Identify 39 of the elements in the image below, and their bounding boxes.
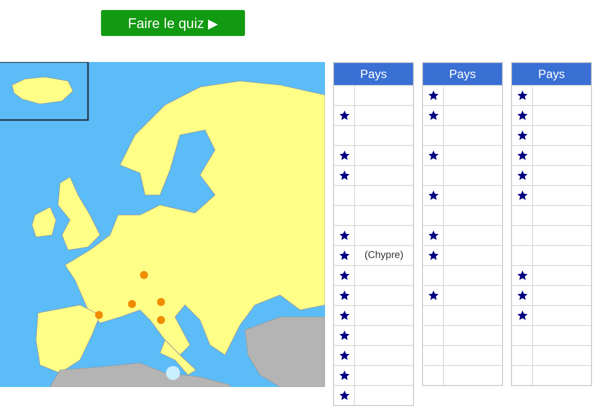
star-icon: [516, 150, 528, 161]
map-marker[interactable]: [157, 298, 165, 306]
star-icon: [338, 350, 350, 361]
star-icon: [428, 290, 438, 301]
star-icon: [338, 290, 350, 301]
star-icon: [428, 150, 438, 161]
star-icon: [516, 170, 528, 181]
star-icon: [516, 130, 528, 141]
star-icon: [338, 390, 350, 401]
star-icon: [338, 370, 350, 381]
star-icon: [338, 330, 350, 341]
star-icon: [516, 190, 528, 201]
star-icon: [516, 90, 528, 101]
star-icon: [338, 150, 350, 161]
star-icon: [428, 250, 438, 261]
map-marker[interactable]: [140, 271, 148, 279]
column-header: Pays: [423, 63, 502, 85]
column-header: Pays: [512, 63, 591, 85]
map-marker[interactable]: [166, 366, 180, 380]
map-marker[interactable]: [157, 316, 165, 324]
star-icon: [338, 170, 350, 181]
star-icon: [338, 310, 350, 321]
star-icon: [338, 110, 350, 121]
map-marker[interactable]: [128, 300, 136, 308]
star-icon: [516, 310, 528, 321]
star-icon: [516, 270, 528, 281]
country-name: (Chypre): [364, 250, 404, 261]
star-icon: [338, 250, 350, 261]
column-header: Pays: [334, 63, 413, 85]
map-marker[interactable]: [95, 311, 103, 319]
star-icon: [428, 110, 438, 121]
star-icon: [428, 230, 438, 241]
star-icon: [516, 290, 528, 301]
star-icon: [338, 230, 350, 241]
star-icon: [428, 90, 438, 101]
quiz-button[interactable]: Faire le quiz ▶: [101, 10, 245, 36]
star-icon: [428, 190, 438, 201]
star-icon: [338, 270, 350, 281]
star-icon: [516, 110, 528, 121]
